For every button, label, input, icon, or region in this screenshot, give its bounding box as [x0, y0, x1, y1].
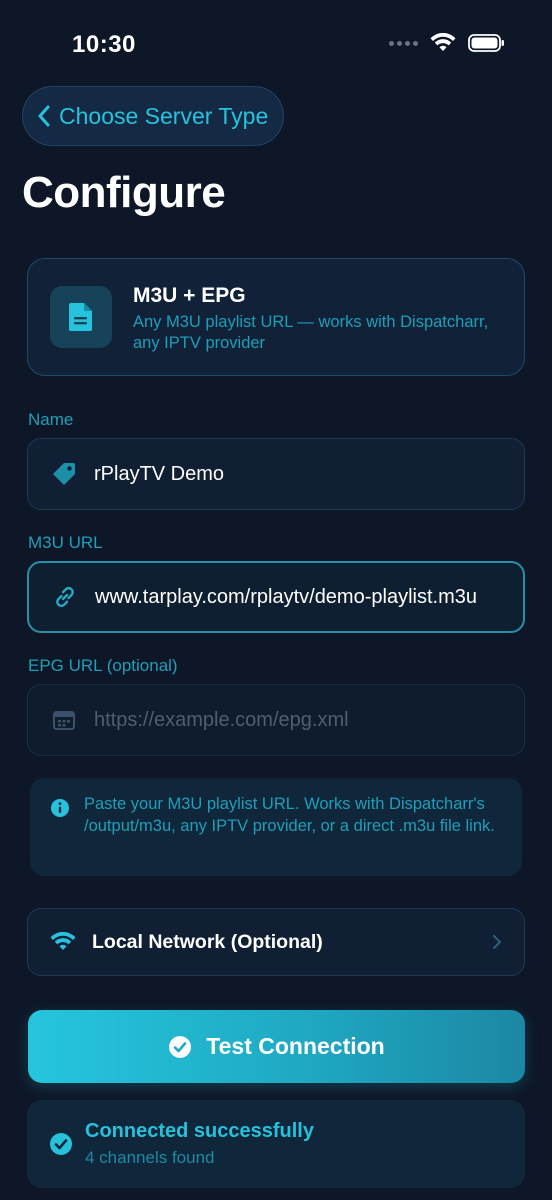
info-text: Paste your M3U playlist URL. Works with … — [84, 795, 495, 835]
back-button[interactable]: Choose Server Type — [22, 86, 284, 146]
m3u-url-field-value: www.tarplay.com/rplaytv/demo-playlist.m3… — [95, 585, 477, 608]
back-button-label: Choose Server Type — [59, 102, 269, 129]
chevron-left-icon — [38, 105, 50, 127]
name-field[interactable]: rPlayTV Demo — [27, 438, 525, 510]
tag-icon — [50, 460, 78, 488]
checkmark-circle-icon — [169, 1035, 192, 1058]
server-type-title: M3U + EPG — [133, 284, 246, 307]
connection-result: Connected successfully 4 channels found — [27, 1100, 525, 1188]
epg-url-field[interactable]: https://example.com/epg.xml — [27, 684, 525, 756]
status-icons — [389, 33, 506, 53]
m3u-url-field[interactable]: www.tarplay.com/rplaytv/demo-playlist.m3… — [27, 561, 525, 633]
wifi-icon — [50, 932, 76, 950]
wifi-status-icon — [430, 33, 456, 51]
chevron-right-icon — [492, 934, 502, 950]
server-type-description: Any M3U playlist URL — works with Dispat… — [133, 313, 489, 352]
m3u-url-field-label: M3U URL — [28, 533, 103, 552]
server-type-card[interactable]: M3U + EPG Any M3U playlist URL — works w… — [27, 258, 525, 376]
checkmark-circle-icon — [50, 1133, 72, 1155]
result-subtitle: 4 channels found — [85, 1148, 215, 1167]
link-icon — [51, 583, 79, 611]
info-box: Paste your M3U playlist URL. Works with … — [30, 778, 522, 876]
name-field-value: rPlayTV Demo — [94, 462, 225, 485]
epg-url-field-placeholder: https://example.com/epg.xml — [94, 708, 349, 731]
result-title: Connected successfully — [85, 1120, 314, 1142]
status-time: 10:30 — [72, 31, 136, 58]
document-icon — [50, 286, 112, 348]
status-bar: 10:30 — [0, 0, 552, 90]
test-connection-label: Test Connection — [206, 1033, 385, 1059]
battery-icon — [468, 34, 504, 52]
calendar-icon — [50, 706, 78, 734]
page-title: Configure — [22, 168, 226, 217]
epg-url-field-label: EPG URL (optional) — [28, 656, 178, 675]
cellular-signal-icon — [389, 40, 418, 46]
info-icon — [51, 799, 69, 817]
local-network-label: Local Network (Optional) — [92, 930, 323, 953]
name-field-label: Name — [28, 410, 74, 429]
test-connection-button[interactable]: Test Connection — [28, 1010, 525, 1083]
local-network-row[interactable]: Local Network (Optional) — [27, 908, 525, 976]
